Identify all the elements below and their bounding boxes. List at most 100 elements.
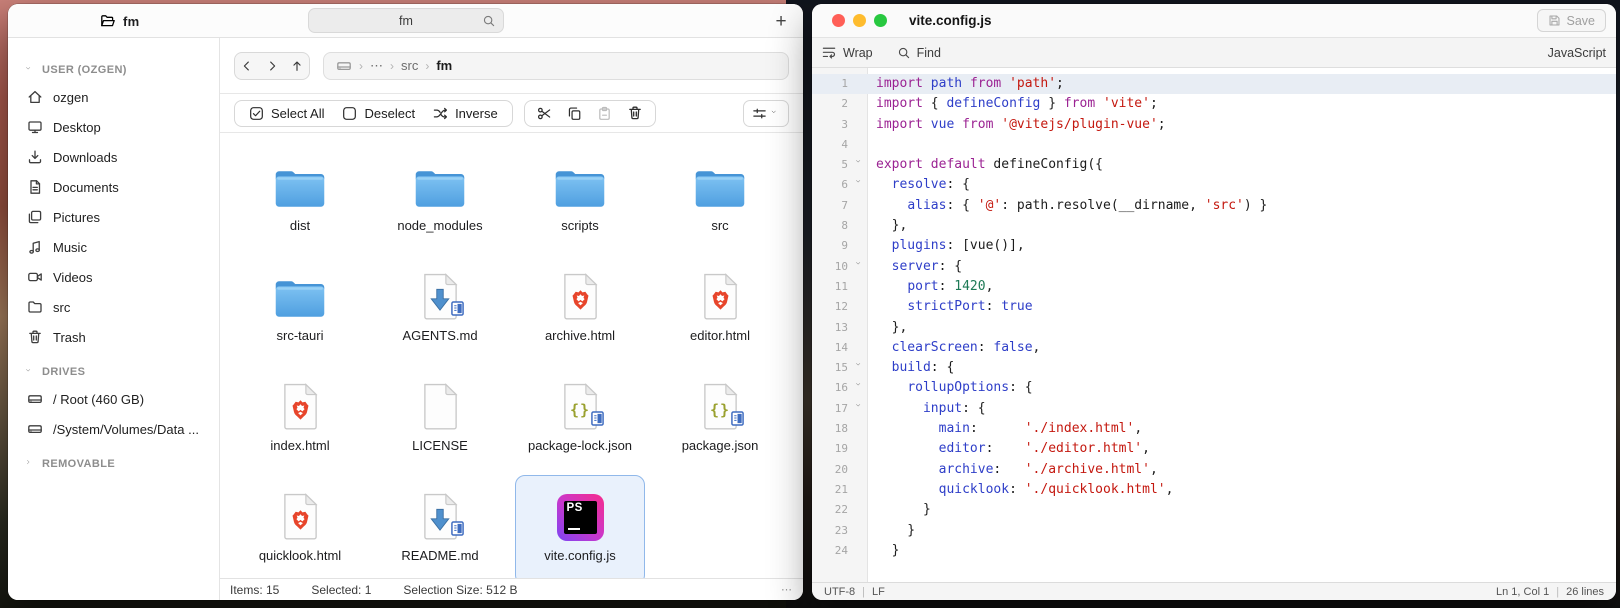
line-ending-indicator[interactable]: LF (872, 586, 885, 598)
file-item-archive-html[interactable]: archive.html (515, 255, 645, 365)
fm-tab[interactable]: fm (100, 4, 140, 38)
sidebar-item-system-volumes-data[interactable]: /System/Volumes/Data ... (8, 414, 219, 444)
sidebar-item-ozgen[interactable]: ozgen (8, 82, 219, 112)
sidebar-item-src[interactable]: src (8, 292, 219, 322)
delete-button[interactable] (620, 101, 650, 126)
file-item-src-tauri[interactable]: src-tauri (235, 255, 365, 365)
line-number: 5 (841, 158, 848, 172)
code-line-16[interactable]: 16 rollupOptions: { (812, 378, 1616, 398)
deselect-button[interactable]: Deselect (333, 101, 424, 126)
folder-file-icon (552, 153, 608, 211)
file-item-editor-html[interactable]: editor.html (655, 255, 785, 365)
file-item-package-lock-json[interactable]: {} package-lock.json (515, 365, 645, 475)
fm-tab-title: fm (123, 13, 140, 29)
file-item-src[interactable]: src (655, 145, 785, 255)
code-line-1[interactable]: 1 import path from 'path'; (812, 74, 1616, 95)
view-options-button[interactable] (743, 99, 789, 127)
file-item-agents-md[interactable]: AGENTS.md (375, 255, 505, 365)
file-item-package-json[interactable]: {} package.json (655, 365, 785, 475)
section-label: USER (OZGEN) (42, 64, 127, 76)
breadcrumb-separator: › (390, 58, 394, 73)
wrap-toggle[interactable]: Wrap (822, 45, 873, 60)
sidebar-item-pictures[interactable]: Pictures (8, 202, 219, 232)
code-line-2[interactable]: 2 import { defineConfig } from 'vite'; (812, 94, 1616, 114)
breadcrumb-current[interactable]: fm (436, 58, 452, 73)
code-line-6[interactable]: 6 resolve: { (812, 175, 1616, 195)
fold-toggle-icon[interactable] (853, 378, 867, 398)
code-line-14[interactable]: 14 clearScreen: false, (812, 338, 1616, 358)
fold-toggle-icon[interactable] (853, 175, 867, 195)
file-item-scripts[interactable]: scripts (515, 145, 645, 255)
code-line-10[interactable]: 10 server: { (812, 257, 1616, 277)
sidebar-item-downloads[interactable]: Downloads (8, 142, 219, 172)
breadcrumb[interactable]: › ⋯ › src › fm (323, 51, 789, 80)
save-button[interactable]: Save (1536, 9, 1606, 32)
encoding-indicator[interactable]: UTF-8 (824, 586, 855, 598)
code-line-11[interactable]: 11 port: 1420, (812, 277, 1616, 297)
sidebar-item-trash[interactable]: Trash (8, 322, 219, 352)
find-button[interactable]: Find (897, 46, 941, 60)
file-item-dist[interactable]: dist (235, 145, 365, 255)
code-line-8[interactable]: 8 }, (812, 216, 1616, 236)
sidebar-item-music[interactable]: Music (8, 232, 219, 262)
sidebar-section-removable[interactable]: REMOVABLE (8, 452, 219, 476)
back-button[interactable] (240, 59, 254, 73)
file-item-node-modules[interactable]: node_modules (375, 145, 505, 255)
code-line-18[interactable]: 18 main: './index.html', (812, 419, 1616, 439)
file-item-readme-md[interactable]: README.md (375, 475, 505, 578)
breadcrumb-src[interactable]: src (401, 58, 418, 73)
sidebar-section-drives[interactable]: DRIVES (8, 360, 219, 384)
forward-button[interactable] (265, 59, 279, 73)
file-item-index-html[interactable]: index.html (235, 365, 365, 475)
sidebar-item-label: Trash (53, 329, 86, 345)
zoom-button[interactable] (874, 14, 887, 27)
breadcrumb-collapsed[interactable]: ⋯ (370, 58, 383, 74)
code-line-22[interactable]: 22 } (812, 500, 1616, 520)
up-button[interactable] (290, 59, 304, 73)
fold-toggle-icon[interactable] (853, 399, 867, 419)
close-button[interactable] (832, 14, 845, 27)
line-number: 19 (834, 442, 848, 456)
code-editor-area[interactable]: 1 import path from 'path'; 2 import { defin… (812, 68, 1616, 582)
code-line-20[interactable]: 20 archive: './archive.html', (812, 460, 1616, 480)
search-input[interactable]: fm (307, 8, 504, 33)
file-item-quicklook-html[interactable]: quicklook.html (235, 475, 365, 578)
code-text: }, (876, 218, 908, 234)
minimize-button[interactable] (853, 14, 866, 27)
fold-toggle-icon[interactable] (853, 257, 867, 277)
syntax-mode-select[interactable]: JavaScript (1548, 46, 1606, 60)
select-all-button[interactable]: Select All (240, 101, 333, 126)
code-line-19[interactable]: 19 editor: './editor.html', (812, 439, 1616, 459)
sidebar-section-user-ozgen-[interactable]: USER (OZGEN) (8, 58, 219, 82)
code-line-7[interactable]: 7 alias: { '@': path.resolve(__dirname, … (812, 196, 1616, 216)
inverse-button[interactable]: Inverse (424, 101, 507, 126)
sidebar-item-desktop[interactable]: Desktop (8, 112, 219, 142)
new-tab-button[interactable]: + (767, 7, 795, 35)
code-line-17[interactable]: 17 input: { (812, 399, 1616, 419)
code-line-24[interactable]: 24 } (812, 541, 1616, 561)
code-line-4[interactable]: 4 (812, 135, 1616, 155)
code-line-23[interactable]: 23 } (812, 521, 1616, 541)
code-line-21[interactable]: 21 quicklook: './quicklook.html', (812, 480, 1616, 500)
file-item-license[interactable]: LICENSE (375, 365, 505, 475)
sidebar: USER (OZGEN) ozgen Desktop Downloads Documen… (8, 38, 220, 600)
code-line-12[interactable]: 12 strictPort: true (812, 297, 1616, 317)
sidebar-item-root-460-gb[interactable]: / Root (460 GB) (8, 384, 219, 414)
fold-toggle-icon[interactable] (853, 358, 867, 378)
code-line-13[interactable]: 13 }, (812, 318, 1616, 338)
copy-button[interactable] (560, 101, 590, 126)
sidebar-item-documents[interactable]: Documents (8, 172, 219, 202)
line-number: 20 (834, 462, 848, 476)
code-line-5[interactable]: 5 export default defineConfig({ (812, 155, 1616, 175)
file-item-vite-config-js[interactable]: PS vite.config.js (515, 475, 645, 578)
find-icon (897, 46, 911, 60)
cut-button[interactable] (530, 101, 560, 126)
code-line-15[interactable]: 15 build: { (812, 358, 1616, 378)
paste-button[interactable] (590, 101, 620, 126)
wrap-label: Wrap (843, 45, 873, 60)
code-line-3[interactable]: 3 import vue from '@vitejs/plugin-vue'; (812, 115, 1616, 135)
code-line-9[interactable]: 9 plugins: [vue()], (812, 236, 1616, 256)
fold-toggle-icon[interactable] (853, 155, 867, 175)
drive-icon (27, 421, 43, 437)
sidebar-item-videos[interactable]: Videos (8, 262, 219, 292)
